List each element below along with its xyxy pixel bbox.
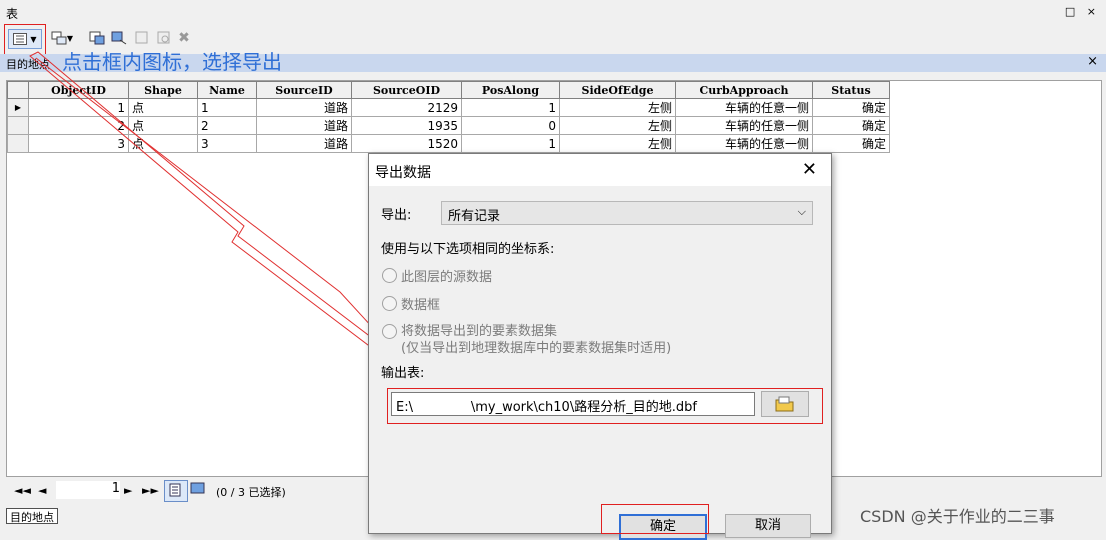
coord-system-label: 使用与以下选项相同的坐标系: (381, 242, 555, 257)
dialog-close-icon[interactable]: ✕ (802, 159, 817, 180)
dialog-title: 导出数据 (375, 165, 431, 181)
highlight-box (387, 388, 823, 424)
chevron-down-icon: ⌵ (797, 205, 806, 218)
dialog-titlebar: 导出数据 ✕ (369, 154, 831, 186)
radio-layer-source[interactable] (382, 268, 397, 283)
radio-data-frame[interactable] (382, 296, 397, 311)
output-table-label: 输出表: (381, 366, 425, 381)
option-label: 此图层的源数据 (401, 270, 493, 285)
export-select-value: 所有记录 (448, 209, 501, 224)
export-label: 导出: (381, 208, 412, 223)
export-select[interactable]: 所有记录 ⌵ (441, 201, 813, 225)
radio-feature-dataset[interactable] (382, 324, 397, 339)
option-note: (仅当导出到地理数据库中的要素数据集时适用) (401, 341, 672, 356)
export-data-dialog: 导出数据 ✕ 导出: 所有记录 ⌵ 使用与以下选项相同的坐标系: 此图层的源数据… (368, 153, 832, 540)
option-label: 数据框 (401, 298, 441, 313)
highlight-box (601, 504, 709, 534)
cancel-button[interactable]: 取消 (725, 514, 811, 538)
